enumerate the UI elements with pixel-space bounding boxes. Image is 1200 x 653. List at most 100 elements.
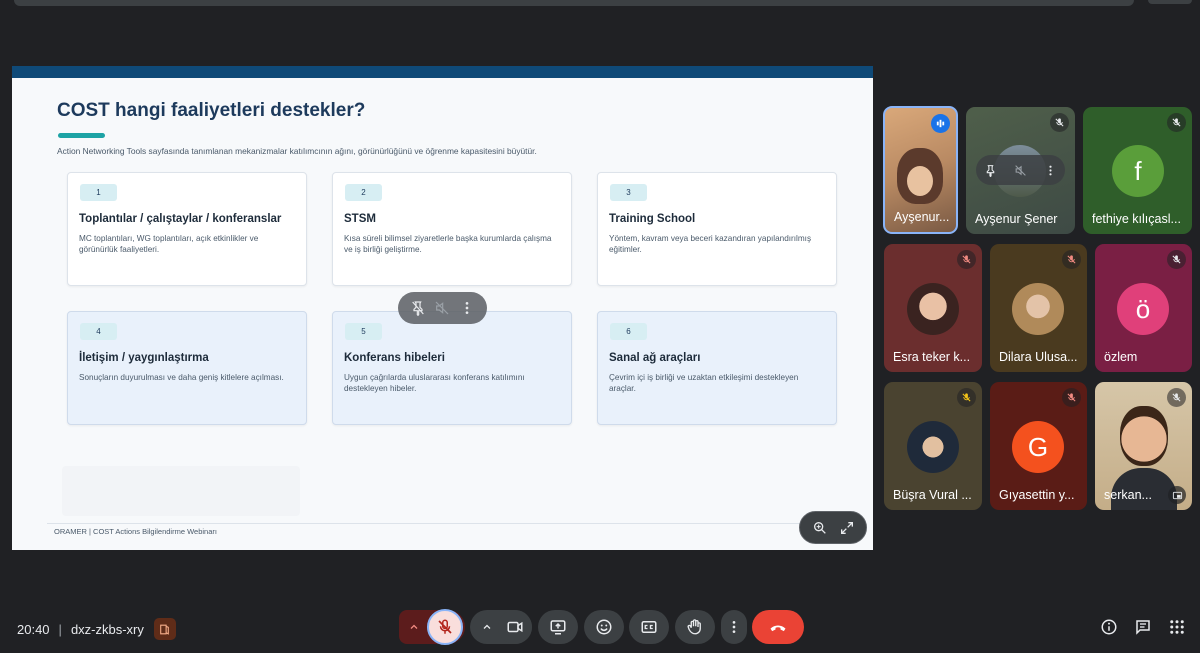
participant-tile[interactable]: Ayşenur Şener <box>966 107 1075 234</box>
chat-icon <box>1136 620 1150 635</box>
more-vert-icon[interactable] <box>458 299 476 317</box>
card-title: Training School <box>609 213 696 225</box>
mic-off-icon <box>1167 388 1186 407</box>
participant-tile[interactable]: Ayşenur... <box>883 106 958 234</box>
raise-hand-button[interactable] <box>675 610 715 644</box>
pin-icon[interactable] <box>984 164 997 177</box>
more-options-button[interactable] <box>721 610 747 644</box>
meeting-details-button[interactable] <box>1098 616 1120 638</box>
activity-card: 5 Konferans hibeleri Uygun çağrılarda ul… <box>332 311 572 425</box>
camera-group <box>470 610 532 644</box>
participant-name: Büşra Vural ... <box>893 488 972 502</box>
card-description: Yöntem, kavram veya beceri kazandıran ya… <box>609 234 812 254</box>
presentation-hover-controls <box>398 292 487 324</box>
mic-off-icon <box>957 250 976 269</box>
info-icon <box>1101 619 1117 635</box>
card-description: Uygun çağrılarda uluslararası konferans … <box>344 373 525 393</box>
participant-video <box>1120 406 1168 466</box>
chevron-up-icon[interactable] <box>405 618 423 636</box>
slide-title-accent <box>58 133 105 138</box>
presentation-zoom-controls <box>799 511 867 544</box>
emoji-icon <box>596 619 612 635</box>
host-controls-icon[interactable] <box>153 618 176 640</box>
participant-tile[interactable]: serkan... <box>1095 382 1192 510</box>
zoom-in-icon[interactable] <box>811 519 829 537</box>
card-description: Sonuçların duyurulması ve daha geniş kit… <box>79 373 284 382</box>
slide-placeholder-area <box>62 466 300 516</box>
participant-name: fethiye kılıçasl... <box>1092 212 1181 226</box>
mic-off-button[interactable] <box>427 609 463 645</box>
camera-button[interactable] <box>498 610 532 644</box>
mic-off-icon <box>1062 250 1081 269</box>
browser-top-bar <box>14 0 1134 6</box>
slide-title: COST hangi faaliyetleri destekler? <box>57 100 366 121</box>
card-title: STSM <box>344 213 376 225</box>
slide-footer-divider <box>47 523 837 524</box>
fullscreen-icon[interactable] <box>838 519 856 537</box>
slide-header-band <box>12 66 873 78</box>
participant-name: serkan... <box>1104 488 1152 502</box>
card-number: 1 <box>80 184 117 201</box>
participant-tile[interactable]: ö özlem <box>1095 244 1192 372</box>
participant-name: Ayşenur Şener <box>975 212 1058 226</box>
apps-icon <box>1170 620 1184 634</box>
activity-card: 1 Toplantılar / çalıştaylar / konferansl… <box>67 172 307 286</box>
mic-off-icon <box>1167 250 1186 269</box>
card-number: 2 <box>345 184 382 201</box>
leave-call-button[interactable] <box>752 610 804 644</box>
meeting-time: 20:40 <box>17 621 50 637</box>
slide-subtitle: Action Networking Tools sayfasında tanım… <box>57 146 537 156</box>
participant-tile[interactable]: f fethiye kılıçasl... <box>1083 107 1192 234</box>
participant-avatar: G <box>1012 421 1064 473</box>
participant-tile[interactable]: Esra teker k... <box>884 244 982 372</box>
microphone-group <box>399 609 465 645</box>
participant-name: Dilara Ulusa... <box>999 350 1078 364</box>
present-button[interactable] <box>538 610 578 644</box>
card-title: İletişim / yaygınlaştırma <box>79 352 209 364</box>
mic-off-icon <box>1050 113 1069 132</box>
chevron-up-icon[interactable] <box>478 618 496 636</box>
activity-card: 6 Sanal ağ araçları Çevrim içi iş birliğ… <box>597 311 837 425</box>
card-description: MC toplantıları, WG toplantıları, açık e… <box>79 234 259 254</box>
present-icon <box>550 620 566 635</box>
meeting-info: 20:40 | dxz-zkbs-xry <box>17 618 176 640</box>
mic-off-icon <box>957 388 976 407</box>
participant-avatar: ö <box>1117 283 1169 335</box>
mic-off-icon <box>1062 388 1081 407</box>
mic-off-icon <box>1167 113 1186 132</box>
participant-tile[interactable]: Büşra Vural ... <box>884 382 982 510</box>
chat-button[interactable] <box>1132 616 1154 638</box>
mute-audio-icon[interactable] <box>1014 164 1027 177</box>
participant-name: Gıyasettin y... <box>999 488 1075 502</box>
speaking-indicator-icon <box>931 114 950 133</box>
participant-avatar <box>907 283 959 335</box>
picture-in-picture-icon[interactable] <box>1168 486 1186 504</box>
participant-tile[interactable]: G Gıyasettin y... <box>990 382 1087 510</box>
participant-tile[interactable]: Dilara Ulusa... <box>990 244 1087 372</box>
card-number: 6 <box>610 323 647 340</box>
meeting-code: dxz-zkbs-xry <box>70 621 144 637</box>
meeting-info-separator: | <box>58 621 62 637</box>
unpin-icon[interactable] <box>409 299 427 317</box>
raise-hand-icon <box>687 619 701 635</box>
participant-avatar: f <box>1112 145 1164 197</box>
participant-name: özlem <box>1104 350 1138 364</box>
captions-icon <box>641 621 657 633</box>
card-description: Kısa süreli bilimsel ziyaretlerle başka … <box>344 234 552 254</box>
end-call-icon <box>770 625 786 632</box>
card-number: 4 <box>80 323 117 340</box>
card-number: 3 <box>610 184 647 201</box>
participant-avatar <box>1012 283 1064 335</box>
participant-name: Ayşenur... <box>894 210 950 224</box>
mic-off-icon <box>438 619 452 634</box>
reactions-button[interactable] <box>584 610 624 644</box>
more-vert-icon[interactable] <box>1044 164 1057 177</box>
activities-button[interactable] <box>1166 616 1188 638</box>
browser-top-bar-right <box>1148 0 1192 4</box>
participant-avatar <box>907 421 959 473</box>
activity-card: 4 İletişim / yaygınlaştırma Sonuçların d… <box>67 311 307 425</box>
card-number: 5 <box>345 323 382 340</box>
card-description: Çevrim içi iş birliği ve uzaktan etkileş… <box>609 373 799 393</box>
captions-button[interactable] <box>629 610 669 644</box>
mute-audio-icon[interactable] <box>433 299 451 317</box>
